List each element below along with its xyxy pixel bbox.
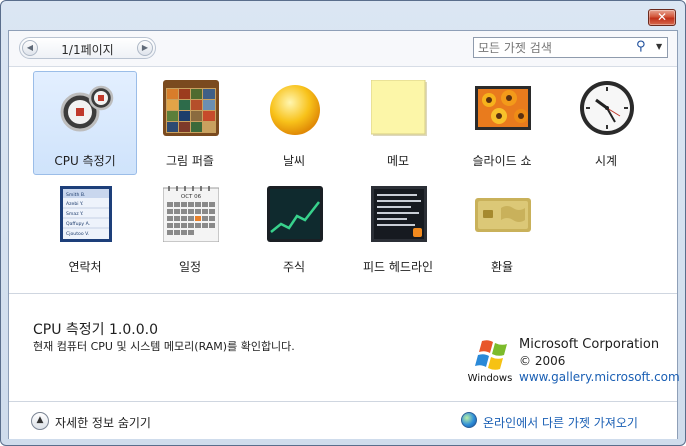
- next-page-button[interactable]: ▶: [137, 40, 153, 56]
- contact-entry: Azebi Y.: [66, 201, 83, 207]
- calendar-icon: OCT 06: [163, 186, 219, 242]
- gadget-tile-feed-headlines[interactable]: 피드 헤드라인: [346, 177, 450, 281]
- search-input[interactable]: [478, 40, 628, 56]
- stocks-icon: [267, 186, 323, 242]
- gadget-label: 주식: [282, 260, 306, 274]
- contact-entry: Smaz Y.: [66, 211, 83, 217]
- gadget-tile-weather[interactable]: 날씨: [242, 71, 346, 175]
- gadget-gallery-window: ✕ ◀ 1/1페이지 ▶ ⚲ ▼: [0, 0, 686, 446]
- feed-headlines-icon: [371, 186, 427, 242]
- hide-details-label[interactable]: 자세한 정보 숨기기: [55, 414, 151, 431]
- chevron-right-icon: ▶: [141, 43, 149, 52]
- windows-logo-text: Windows: [468, 373, 513, 383]
- gadget-tile-contacts[interactable]: Smith B. Azebi Y. Smaz Y. Qaffupy A. Cjo…: [33, 177, 137, 281]
- gadget-tile-clock[interactable]: 시계: [554, 71, 658, 175]
- copyright: © 2006: [519, 354, 566, 368]
- gadget-label: 일정: [178, 260, 202, 274]
- previous-page-button[interactable]: ◀: [22, 40, 38, 56]
- currency-icon: [475, 198, 531, 232]
- windows-logo-icon: Windows: [468, 340, 513, 383]
- gadget-tile-picture-puzzle[interactable]: 그림 퍼즐: [138, 71, 242, 175]
- gadget-tile-notes[interactable]: 메모: [346, 71, 450, 175]
- gallery-panel: ◀ 1/1페이지 ▶ ⚲ ▼ CPU 측정: [8, 30, 680, 439]
- get-more-gadgets-link[interactable]: 온라인에서 다른 가젯 가져오기: [483, 414, 638, 431]
- chevron-up-icon: ▲: [36, 415, 44, 425]
- gadget-label: 환율: [490, 260, 514, 274]
- calendar-month: OCT 06: [181, 194, 202, 200]
- contacts-icon: Smith B. Azebi Y. Smaz Y. Qaffupy A. Cjo…: [60, 186, 112, 242]
- search-icon[interactable]: ⚲: [636, 39, 646, 54]
- publisher-name: Microsoft Corporation: [519, 337, 660, 352]
- gadget-label: 그림 퍼즐: [166, 154, 214, 168]
- gadget-label: 날씨: [282, 154, 306, 168]
- gadget-tile-cpu-meter[interactable]: CPU 측정기: [33, 71, 137, 175]
- gadget-label: 시계: [594, 154, 618, 168]
- contact-entry: Smith B.: [66, 192, 85, 198]
- gadget-tile-currency[interactable]: 환율: [450, 177, 554, 281]
- gadget-label: CPU 측정기: [54, 154, 116, 168]
- contact-entry: Cjoutoo V.: [66, 231, 89, 237]
- chevron-left-icon: ◀: [26, 43, 34, 52]
- search-box: ⚲ ▼: [473, 37, 668, 58]
- gadget-grid: CPU 측정기 그림 퍼즐 날씨 메모 슬라이드 쇼 시계 Smith B. A…: [9, 68, 677, 290]
- globe-icon: [461, 412, 477, 428]
- gadget-label: 연락처: [68, 260, 102, 274]
- gadget-label: 슬라이드 쇼: [472, 154, 532, 168]
- gadget-label: 메모: [386, 154, 410, 168]
- gadget-tile-slide-show[interactable]: 슬라이드 쇼: [450, 71, 554, 175]
- toolbar: ◀ 1/1페이지 ▶ ⚲ ▼: [9, 31, 677, 67]
- footer: ▲ 자세한 정보 숨기기 온라인에서 다른 가젯 가져오기: [9, 401, 677, 439]
- close-icon: ✕: [656, 10, 668, 24]
- gadget-tile-stocks[interactable]: 주식: [242, 177, 346, 281]
- detail-description: 현재 컴퓨터 CPU 및 시스템 메모리(RAM)를 확인합니다.: [33, 340, 295, 353]
- hide-details-button[interactable]: ▲: [31, 412, 49, 430]
- close-button[interactable]: ✕: [648, 9, 676, 26]
- gadget-tile-calendar[interactable]: OCT 06 일정: [138, 177, 242, 281]
- gadget-label: 피드 헤드라인: [362, 260, 434, 274]
- page-label: 1/1페이지: [61, 43, 114, 57]
- details-pane: CPU 측정기 1.0.0.0 현재 컴퓨터 CPU 및 시스템 메모리(RAM…: [9, 293, 680, 397]
- clock-icon: [580, 81, 634, 135]
- page-navigator: ◀ 1/1페이지 ▶: [19, 37, 156, 59]
- cpu-meter-icon: [60, 85, 114, 132]
- weather-sun-icon: [270, 85, 320, 135]
- publisher-link[interactable]: www.gallery.microsoft.com: [519, 370, 680, 384]
- slide-show-icon: [475, 86, 531, 130]
- notes-icon: [371, 80, 427, 136]
- contact-entry: Qaffupy A.: [66, 221, 90, 227]
- chevron-down-icon[interactable]: ▼: [656, 42, 662, 51]
- detail-title: CPU 측정기 1.0.0.0: [33, 322, 158, 338]
- picture-puzzle-icon: [163, 80, 219, 136]
